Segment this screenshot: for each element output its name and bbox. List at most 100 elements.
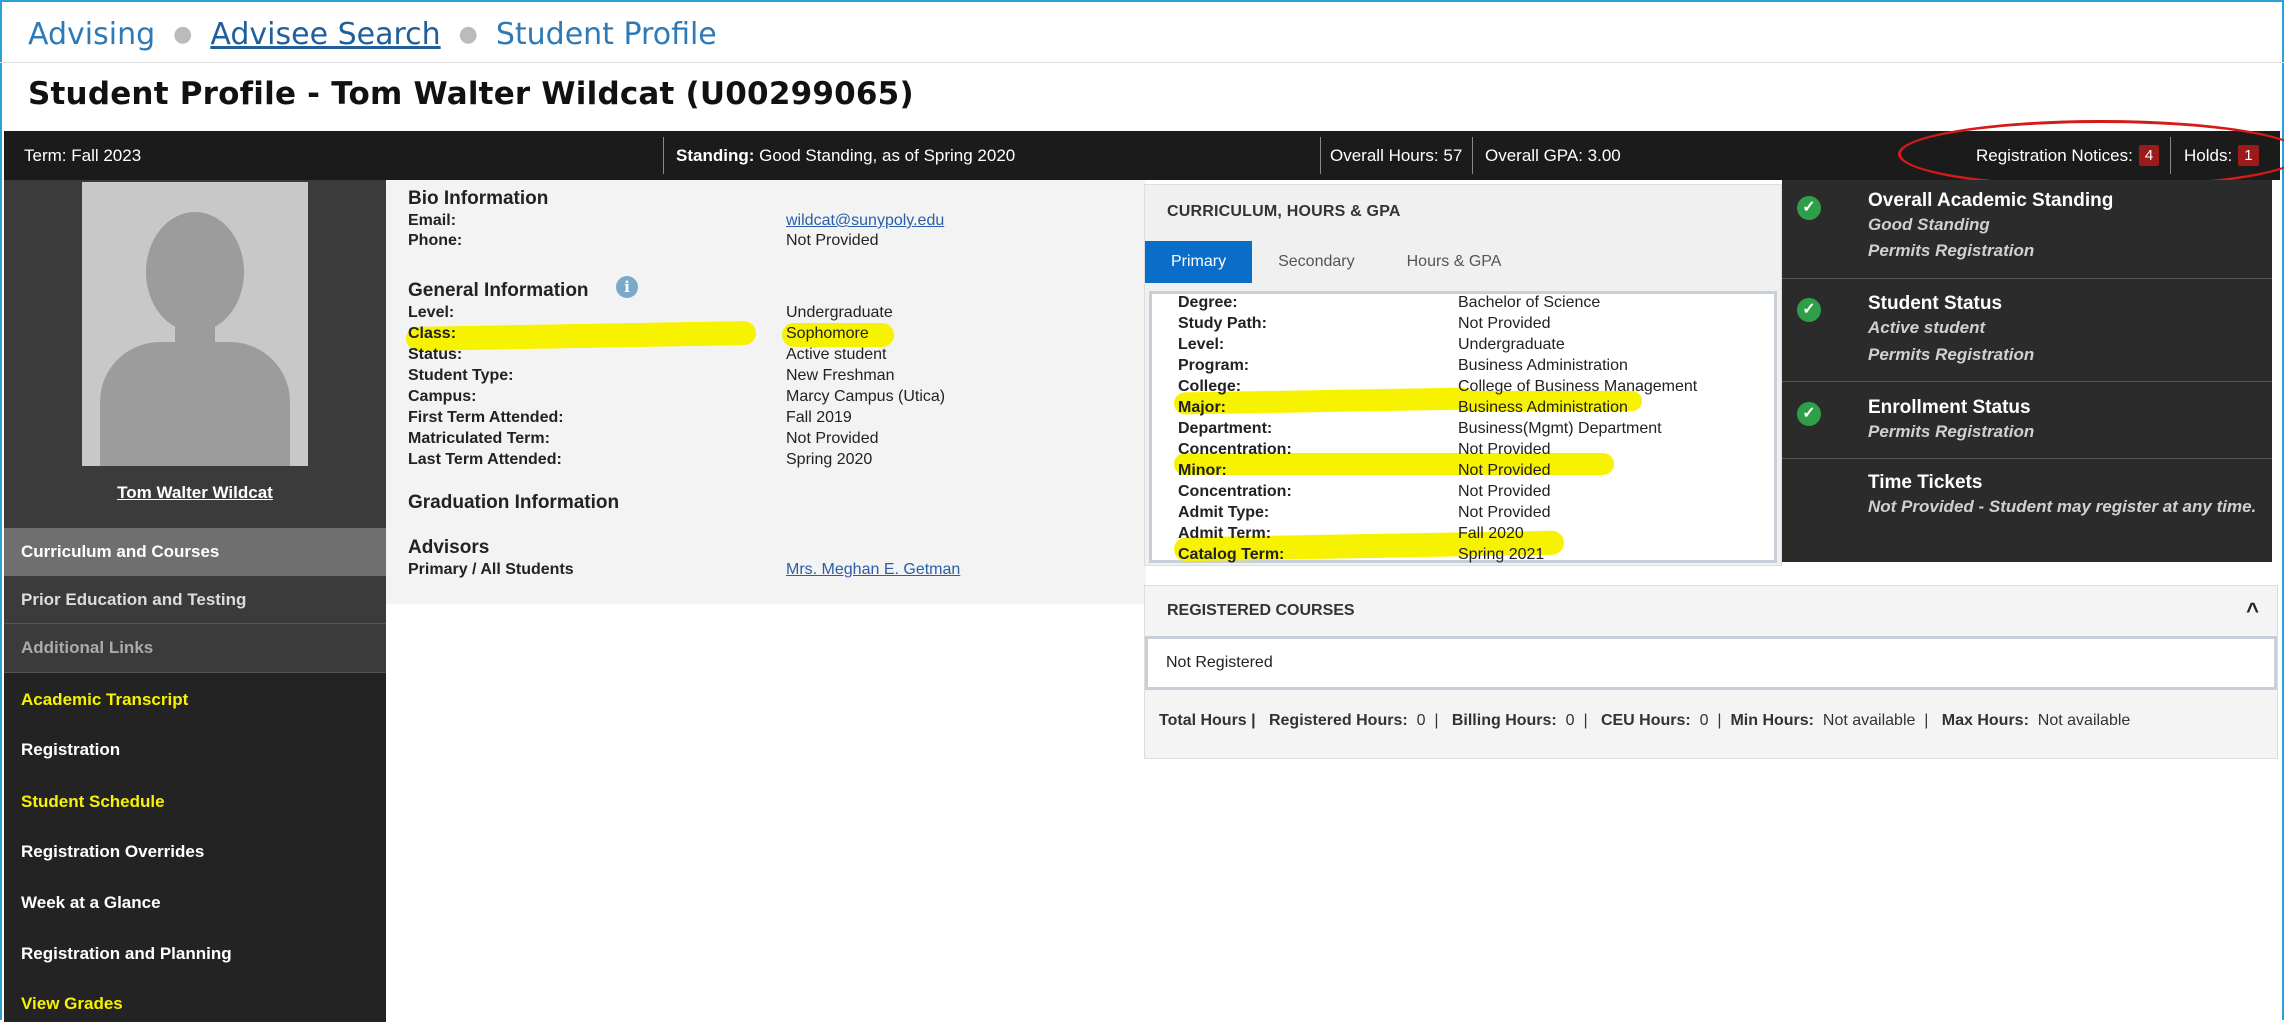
email-link[interactable]: wildcat@sunypoly.edu	[786, 212, 944, 230]
sidebar-section-additional-links: Additional Links	[4, 624, 386, 672]
term-value: Fall 2023	[71, 145, 142, 165]
student-type-value: New Freshman	[786, 367, 895, 384]
notice-detail: Good Standing	[1868, 215, 1990, 234]
notice-title: Overall Academic Standing	[1868, 190, 2114, 211]
sidebar-item-prior-education[interactable]: Prior Education and Testing	[4, 576, 386, 624]
pipe-separator: |	[1434, 712, 1439, 729]
curriculum-title: CURRICULUM, HOURS & GPA	[1167, 203, 1401, 220]
divider	[0, 62, 2284, 63]
hours-value: 57	[1443, 145, 1463, 165]
level-value: Undergraduate	[1458, 336, 1565, 353]
check-circle-icon: ✓	[1797, 402, 1821, 426]
minor-value: Not Provided	[1458, 462, 1551, 479]
last-term-label: Last Term Attended:	[408, 451, 562, 468]
class-label: Class:	[408, 325, 457, 342]
status-label: Status:	[408, 346, 463, 363]
collapse-caret-icon[interactable]: ^	[2246, 598, 2259, 624]
sidebar: Tom Walter Wildcat Curriculum and Course…	[4, 180, 386, 1022]
registration-notices-dropdown: ✓ Overall Academic Standing Good Standin…	[1782, 180, 2272, 562]
graduation-heading: Graduation Information	[408, 492, 620, 513]
breadcrumb-advising[interactable]: Advising	[28, 17, 155, 52]
tab-hours-gpa[interactable]: Hours & GPA	[1381, 241, 1528, 283]
gpa-value: 3.00	[1587, 145, 1621, 165]
campus-value: Marcy Campus (Utica)	[786, 388, 946, 405]
catalog-term-label: Catalog Term:	[1178, 546, 1285, 563]
student-name-link[interactable]: Tom Walter Wildcat	[4, 483, 386, 503]
notice-detail: Permits Registration	[1868, 345, 2035, 364]
notice-detail: Not Provided - Student may register at a…	[1868, 497, 2257, 516]
max-hours-value: Not available	[2037, 712, 2131, 729]
advisor-link[interactable]: Mrs. Meghan E. Getman	[786, 561, 960, 579]
pipe-separator: |	[1583, 712, 1588, 729]
breadcrumb-advisee-search[interactable]: Advisee Search	[210, 17, 440, 52]
phone-value: Not Provided	[786, 232, 879, 249]
first-term-label: First Term Attended:	[408, 409, 564, 426]
student-type-label: Student Type:	[408, 367, 514, 384]
matriculated-term-value: Not Provided	[786, 430, 879, 447]
registered-hours-value: 0	[1416, 712, 1426, 729]
sidebar-link-registration[interactable]: Registration	[4, 726, 386, 774]
advisors-heading: Advisors	[408, 537, 490, 558]
registered-hours-label: Registered Hours:	[1268, 712, 1408, 729]
matriculated-term-label: Matriculated Term:	[408, 430, 550, 447]
notice-title: Enrollment Status	[1868, 397, 2031, 418]
minor-label: Minor:	[1178, 462, 1227, 479]
notice-detail: Active student	[1868, 318, 1986, 337]
advisor-label: Primary / All Students	[408, 561, 574, 578]
sidebar-link-registration-planning[interactable]: Registration and Planning	[4, 930, 386, 978]
sidebar-link-label: Student Schedule	[21, 792, 165, 811]
hours-summary: Total Hours | Registered Hours: 0 | Bill…	[1159, 712, 2130, 730]
sidebar-link-registration-overrides[interactable]: Registration Overrides	[4, 828, 386, 876]
sidebar-link-label: Academic Transcript	[21, 690, 189, 709]
ceu-hours-value: 0	[1699, 712, 1709, 729]
major-value: Business Administration	[1458, 399, 1628, 416]
sidebar-link-academic-transcript[interactable]: Academic Transcript	[4, 676, 386, 724]
sidebar-link-week-at-a-glance[interactable]: Week at a Glance	[4, 879, 386, 927]
class-value: Sophomore	[786, 325, 869, 342]
admit-term-label: Admit Term:	[1178, 525, 1272, 542]
total-hours-label: Total Hours |	[1159, 712, 1256, 729]
sidebar-item-curriculum[interactable]: Curriculum and Courses	[4, 528, 386, 576]
divider	[663, 137, 664, 174]
breadcrumb-separator: ●	[173, 21, 193, 47]
standing-value: Good Standing, as of Spring 2020	[759, 145, 1016, 165]
divider	[1782, 458, 2272, 459]
registered-status-row: Not Registered	[1145, 636, 2277, 690]
max-hours-label: Max Hours:	[1941, 712, 2029, 729]
study-path-label: Study Path:	[1178, 315, 1267, 332]
bio-panel: Bio Information Email: wildcat@sunypoly.…	[386, 180, 1146, 604]
overall-hours: Overall Hours: 57	[1330, 131, 1462, 180]
sidebar-link-student-schedule[interactable]: Student Schedule	[4, 778, 386, 826]
notice-title: Time Tickets	[1868, 472, 1983, 493]
tab-primary[interactable]: Primary	[1145, 241, 1253, 283]
avatar-silhouette-head	[146, 212, 244, 332]
program-value: Business Administration	[1458, 357, 1628, 374]
term-info: Term: Fall 2023	[24, 131, 141, 180]
college-label: College:	[1178, 378, 1242, 395]
tab-secondary[interactable]: Secondary	[1252, 241, 1381, 283]
billing-hours-value: 0	[1565, 712, 1575, 729]
notice-title: Student Status	[1868, 293, 2003, 314]
degree-value: Bachelor of Science	[1458, 294, 1601, 311]
info-icon[interactable]: i	[616, 276, 638, 298]
photo-area: Tom Walter Wildcat	[4, 180, 386, 528]
ceu-hours-label: CEU Hours:	[1600, 712, 1691, 729]
pipe-separator: |	[1924, 712, 1929, 729]
sidebar-link-view-grades[interactable]: View Grades	[4, 980, 386, 1028]
divider	[4, 672, 386, 673]
check-circle-icon: ✓	[1797, 298, 1821, 322]
admit-type-value: Not Provided	[1458, 504, 1551, 521]
breadcrumb: Advising ● Advisee Search ● Student Prof…	[28, 14, 717, 54]
min-hours-value: Not available	[1822, 712, 1916, 729]
billing-hours-label: Billing Hours:	[1451, 712, 1557, 729]
notice-detail: Permits Registration	[1868, 422, 2035, 441]
minor-concentration-label: Concentration:	[1178, 483, 1292, 500]
catalog-term-value: Spring 2021	[1458, 546, 1545, 563]
breadcrumb-student-profile: Student Profile	[495, 16, 717, 52]
page-title: Student Profile - Tom Walter Wildcat (U0…	[28, 76, 914, 112]
divider	[1782, 381, 2272, 382]
admit-type-label: Admit Type:	[1178, 504, 1270, 521]
breadcrumb-separator: ●	[458, 21, 478, 47]
avatar-silhouette-body	[100, 342, 290, 466]
registered-courses-title: REGISTERED COURSES	[1167, 602, 1355, 619]
